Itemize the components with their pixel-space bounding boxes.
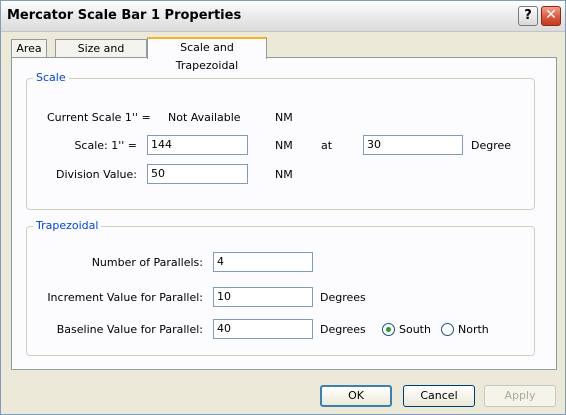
cancel-button[interactable]: Cancel xyxy=(403,385,475,407)
current-scale-label: Current Scale 1'' = xyxy=(47,111,151,124)
baseline-value-label: Baseline Value for Parallel: xyxy=(56,323,203,336)
increment-unit: Degrees xyxy=(320,291,366,304)
division-value-label: Division Value: xyxy=(56,168,137,181)
close-button[interactable]: ✕ xyxy=(541,6,561,26)
increment-value-label: Increment Value for Parallel: xyxy=(47,291,203,304)
number-of-parallels-input[interactable]: 4 xyxy=(213,252,313,272)
trapezoidal-group: Trapezoidal Number of Parallels: 4 Incre… xyxy=(26,219,535,356)
baseline-unit: Degrees xyxy=(320,323,366,336)
north-radio[interactable] xyxy=(441,323,454,336)
scale-group-title: Scale xyxy=(33,71,69,84)
baseline-value-input[interactable]: 40 xyxy=(213,319,313,339)
tab-size-and-position[interactable]: Size and Position xyxy=(55,39,147,73)
properties-dialog: Mercator Scale Bar 1 Properties ? ✕ Area… xyxy=(0,0,566,415)
tab-scale-and-trapezoidal[interactable]: Scale and Trapezoidal xyxy=(147,37,267,72)
number-of-parallels-label: Number of Parallels: xyxy=(91,256,203,269)
degree-input[interactable]: 30 xyxy=(363,135,463,155)
tab-panel: Scale Current Scale 1'' = Not Available … xyxy=(11,57,557,370)
degree-unit: Degree xyxy=(471,139,512,152)
scale-label: Scale: 1'' = xyxy=(74,139,137,152)
division-value-input[interactable]: 50 xyxy=(147,164,248,184)
scale-input[interactable]: 144 xyxy=(147,135,248,155)
north-label[interactable]: North xyxy=(458,323,489,336)
south-radio[interactable] xyxy=(382,323,395,336)
window-title: Mercator Scale Bar 1 Properties xyxy=(7,8,242,23)
scale-unit: NM xyxy=(275,139,293,152)
at-label: at xyxy=(321,139,333,152)
current-scale-value: Not Available xyxy=(168,111,241,124)
title-bar[interactable]: Mercator Scale Bar 1 Properties ? ✕ xyxy=(1,1,565,32)
trapezoidal-group-title: Trapezoidal xyxy=(33,219,102,232)
current-scale-unit: NM xyxy=(275,111,293,124)
increment-value-input[interactable]: 10 xyxy=(213,287,313,307)
ok-button[interactable]: OK xyxy=(320,385,392,407)
tab-area[interactable]: Area xyxy=(11,39,47,59)
help-button[interactable]: ? xyxy=(518,6,538,26)
scale-group: Scale Current Scale 1'' = Not Available … xyxy=(26,71,535,210)
radio-selected-dot xyxy=(386,327,391,332)
south-label[interactable]: South xyxy=(399,323,431,336)
division-unit: NM xyxy=(275,168,293,181)
apply-button[interactable]: Apply xyxy=(484,385,556,407)
